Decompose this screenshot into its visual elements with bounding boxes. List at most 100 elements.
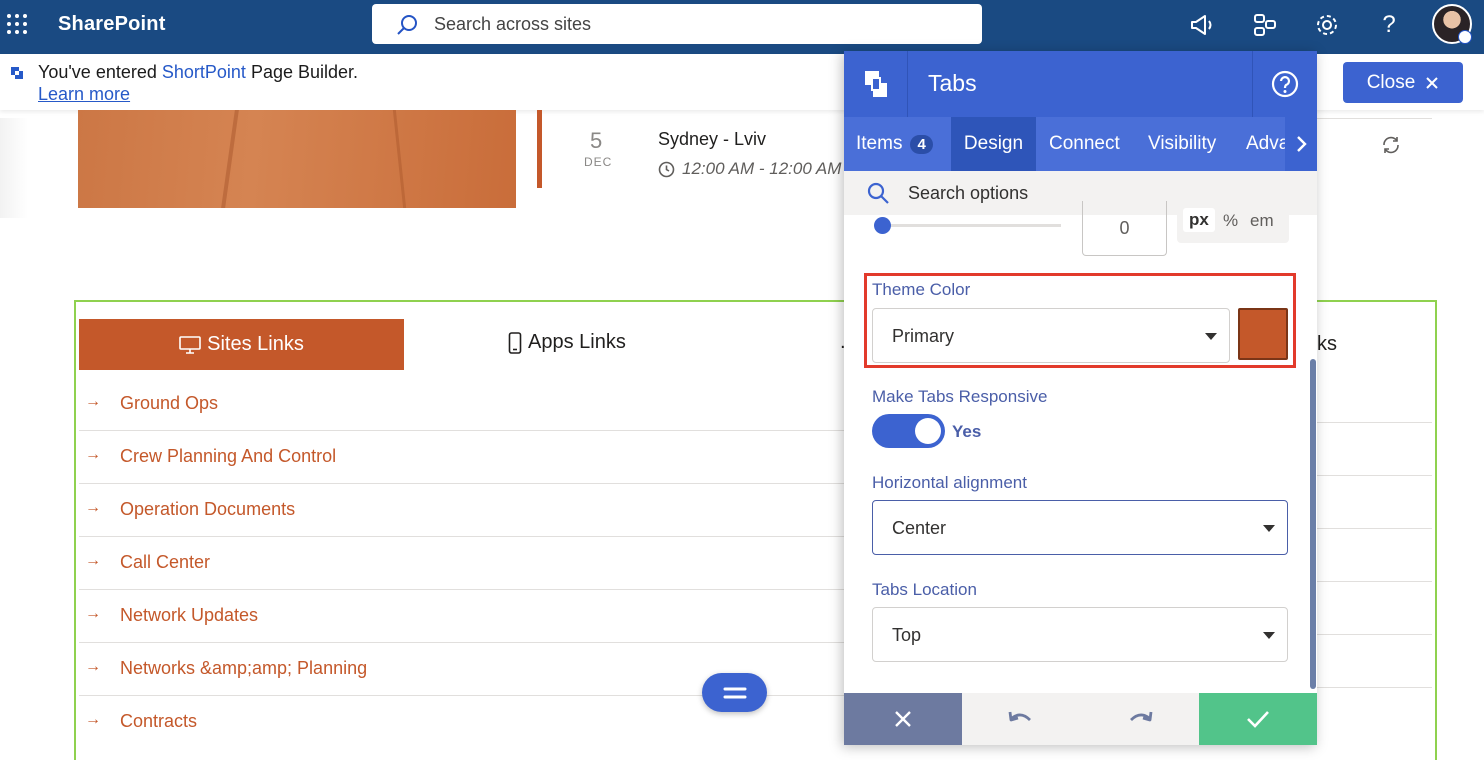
link-text: Networks &amp;amp; Planning [120, 658, 368, 678]
divider [1317, 422, 1432, 423]
page-edge-shadow [0, 118, 28, 218]
search-placeholder: Search across sites [434, 14, 592, 34]
notice-suffix: Page Builder. [245, 62, 359, 82]
shortpoint-logo-icon [11, 67, 23, 79]
unit-em[interactable]: em [1250, 211, 1274, 231]
list-item[interactable]: → Ground Ops [79, 378, 849, 431]
link-text: Operation Documents [120, 499, 296, 519]
panel-scrollbar[interactable] [1310, 359, 1316, 689]
theme-color-swatch[interactable] [1238, 308, 1288, 360]
location-select[interactable]: Top [872, 607, 1288, 662]
tab-apps-links[interactable]: Apps Links [508, 331, 626, 354]
tab-items[interactable]: Items 4 [844, 117, 951, 171]
panel-title: Tabs [928, 70, 977, 96]
link-text: Contracts [120, 711, 198, 731]
event-time: 12:00 AM - 12:00 AM [658, 159, 841, 179]
arrow-right-icon: → [85, 552, 101, 569]
list-item[interactable]: → Operation Documents [79, 484, 849, 537]
tab-partial-right[interactable]: ks [1317, 333, 1337, 356]
help-circle-icon [1271, 70, 1299, 98]
tab-label: Items [856, 133, 903, 154]
builder-menu-button[interactable] [702, 673, 767, 712]
divider [1316, 118, 1432, 119]
divider [1317, 528, 1432, 529]
notice-prefix: You've entered [38, 62, 162, 82]
options-search-placeholder: Search options [908, 183, 1029, 203]
halign-select[interactable]: Center [872, 500, 1288, 555]
hero-image [78, 110, 516, 208]
suite-header: SharePoint Search across sites ? [0, 0, 1484, 54]
event-month: DEC [584, 155, 613, 169]
divider [1317, 687, 1432, 688]
unit-percent[interactable]: % [1223, 211, 1238, 231]
arrow-right-icon: → [85, 446, 101, 463]
close-builder-button[interactable]: Close [1343, 62, 1463, 103]
list-item[interactable]: → Call Center [79, 537, 849, 590]
unit-switcher: px % em [1177, 201, 1289, 243]
tab-advanced[interactable]: Adva [1246, 117, 1289, 171]
tab-connect[interactable]: Connect [1049, 117, 1120, 171]
redo-button[interactable] [1080, 693, 1199, 745]
unit-px[interactable]: px [1183, 208, 1215, 232]
link-text: Network Updates [120, 605, 259, 625]
app-launcher-icon[interactable] [6, 13, 28, 35]
monitor-icon [179, 335, 201, 354]
close-icon [895, 711, 911, 727]
event-title[interactable]: Sydney - Lviv [658, 129, 766, 150]
link-text: Ground Ops [120, 393, 219, 413]
close-icon [1426, 76, 1438, 89]
help-icon[interactable]: ? [1373, 9, 1405, 41]
location-label: Tabs Location [872, 580, 977, 599]
site-search-box[interactable]: Search across sites [372, 4, 982, 44]
list-item[interactable]: → Network Updates [79, 590, 849, 643]
select-value: Center [892, 518, 947, 538]
theme-color-select[interactable]: Primary [872, 308, 1230, 363]
select-value: Primary [892, 326, 954, 346]
tab-design[interactable]: Design [951, 117, 1036, 171]
arrow-right-icon: → [85, 658, 101, 675]
event-time-text: 12:00 AM - 12:00 AM [682, 159, 842, 178]
panel-help-button[interactable] [1252, 51, 1317, 117]
gear-icon[interactable] [1311, 9, 1343, 41]
megaphone-icon[interactable] [1186, 9, 1218, 41]
tab-label: Sites Links [207, 333, 304, 355]
theme-color-label: Theme Color [872, 280, 971, 299]
shortpoint-logo [844, 51, 908, 117]
event-accent-bar [537, 110, 542, 188]
avatar[interactable] [1432, 4, 1472, 44]
clock-icon [658, 161, 675, 177]
checkmark-icon [1247, 711, 1269, 728]
list-item[interactable]: → Crew Planning And Control [79, 431, 849, 484]
phone-icon [508, 331, 522, 354]
divider [1317, 581, 1432, 582]
items-count-badge: 4 [910, 134, 933, 154]
tabs-scroll-right-button[interactable] [1285, 117, 1317, 171]
tab-sites-links[interactable]: Sites Links [79, 319, 404, 370]
learn-more-link[interactable]: Learn more [38, 84, 130, 105]
responsive-toggle[interactable] [872, 414, 945, 448]
search-icon [397, 15, 417, 35]
redo-icon [1129, 711, 1152, 722]
caret-down-icon [1263, 632, 1275, 639]
search-icon [867, 182, 889, 204]
size-number-input[interactable]: 0 [1082, 201, 1167, 256]
shortpoint-badge-icon [1458, 30, 1472, 44]
undo-button[interactable] [962, 693, 1080, 745]
close-label: Close [1366, 71, 1416, 93]
sync-icon[interactable] [1380, 134, 1402, 156]
brand-title[interactable]: SharePoint [58, 13, 166, 36]
notice-text: You've entered ShortPoint Page Builder. [38, 62, 358, 83]
size-slider-handle[interactable] [874, 217, 891, 234]
save-button[interactable] [1199, 693, 1317, 745]
discard-button[interactable] [844, 693, 962, 745]
arrow-right-icon: → [85, 499, 101, 516]
caret-down-icon [1263, 525, 1275, 532]
arrow-right-icon: → [85, 605, 101, 622]
notice-product: ShortPoint [161, 62, 246, 82]
panel-header: Tabs [844, 51, 1317, 117]
size-slider-track[interactable] [882, 224, 1061, 227]
divider [1317, 475, 1432, 476]
tab-visibility[interactable]: Visibility [1148, 117, 1216, 171]
shortpoint-connect-icon[interactable] [1249, 9, 1281, 41]
tabs-settings-panel: Tabs Items 4 Design Connect Visibility A… [844, 51, 1317, 745]
